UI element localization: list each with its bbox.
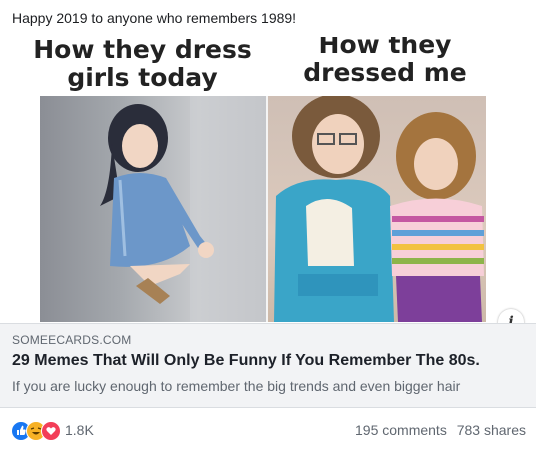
engagement-stats: 195 comments 783 shares <box>349 422 526 438</box>
love-icon <box>41 421 61 441</box>
link-domain: SOMEECARDS.COM <box>12 333 132 347</box>
caption-left: How they dress girls today <box>33 37 252 92</box>
info-icon[interactable]: i <box>498 309 524 323</box>
link-preview-box[interactable]: SOMEECARDS.COM 29 Memes That Will Only B… <box>0 323 536 408</box>
reaction-count[interactable]: 1.8K <box>65 422 94 438</box>
link-description: If you are lucky enough to remember the … <box>12 378 461 394</box>
link-preview-image[interactable]: How they dress girls today How they dres… <box>0 37 536 323</box>
photo-girls-80s <box>268 96 486 322</box>
shares-count[interactable]: 783 shares <box>457 422 526 438</box>
link-headline[interactable]: 29 Memes That Will Only Be Funny If You … <box>12 351 480 371</box>
photo-girl-today <box>40 96 266 322</box>
post-footer: 1.8K 195 comments 783 shares <box>0 407 536 451</box>
post-text: Happy 2019 to anyone who remembers 1989! <box>12 10 297 26</box>
photo-girl-today-drawing <box>100 96 266 322</box>
caption-right: How they dressed me <box>303 37 467 87</box>
photo-girls-80s-drawing <box>274 96 484 322</box>
comments-count[interactable]: 195 comments <box>355 422 447 438</box>
